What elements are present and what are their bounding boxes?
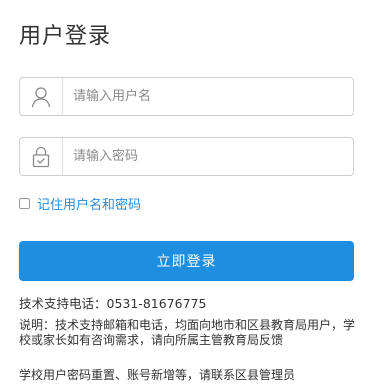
username-input[interactable]: [63, 78, 353, 115]
support-note: 说明：技术支持邮箱和电话，均面向地市和区县教育局用户，学校或家长如有咨询需求，请…: [19, 318, 356, 347]
remember-label[interactable]: 记住用户名和密码: [37, 194, 141, 213]
lock-icon: [20, 138, 63, 175]
user-icon: [20, 78, 63, 115]
remember-me[interactable]: 记住用户名和密码: [19, 194, 141, 213]
login-page: 用户登录 记住用户名和密码 立即登录 技术支持电话：0531-81676775 …: [0, 0, 372, 388]
remember-checkbox[interactable]: [19, 198, 30, 209]
login-button[interactable]: 立即登录: [19, 241, 354, 281]
username-field[interactable]: [19, 77, 354, 116]
reset-note: 学校用户密码重置、账号新增等，请联系区县管理员: [19, 368, 296, 382]
support-phone: 技术支持电话：0531-81676775: [19, 296, 207, 311]
password-field[interactable]: [19, 137, 354, 176]
page-title: 用户登录: [19, 24, 112, 49]
password-input[interactable]: [63, 138, 353, 175]
